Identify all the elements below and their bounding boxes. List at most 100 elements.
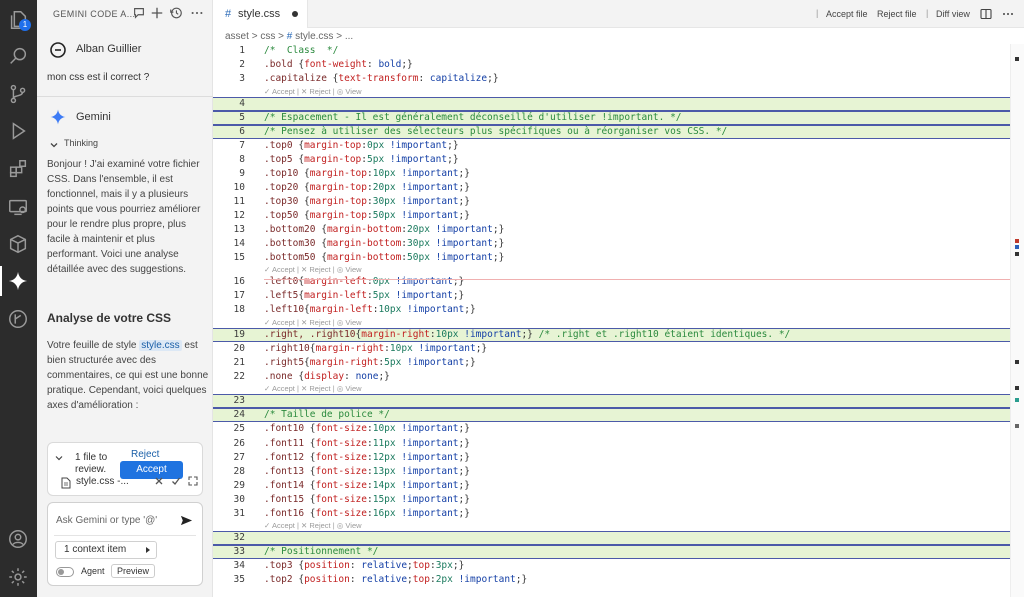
code-line[interactable]: 3 .capitalize {text-transform: capitalize…: [213, 72, 1010, 86]
preview-button[interactable]: Preview: [111, 564, 155, 578]
code-line[interactable]: 18 .left10{margin-left:10px !important;}: [213, 303, 1010, 317]
reject-file-button[interactable]: Reject file: [877, 9, 917, 19]
accept-change-button[interactable]: ✓ Accept: [264, 87, 295, 96]
line-number: 4: [239, 97, 245, 109]
code-line[interactable]: 9 .top10 {margin-top:10px !important;}: [213, 167, 1010, 181]
code-line[interactable]: 21 .right5{margin-right:5px !important;}: [213, 356, 1010, 370]
accept-change-button[interactable]: ✓ Accept: [264, 265, 295, 274]
source-control-icon[interactable]: [7, 83, 29, 105]
code-line[interactable]: 27 .font12 {font-size:12px !important;}: [213, 451, 1010, 465]
breadcrumb-css[interactable]: css: [260, 31, 275, 42]
more-actions-icon[interactable]: [1002, 8, 1014, 20]
reject-change-button[interactable]: ✕ Reject: [301, 87, 331, 96]
context-item-button[interactable]: 1 context item: [55, 541, 157, 559]
breadcrumb-separator: >: [278, 31, 284, 42]
tab-style-css[interactable]: # style.css: [213, 0, 308, 28]
code-line[interactable]: 1 /* Class */: [213, 44, 1010, 58]
new-chat-icon[interactable]: [150, 6, 164, 20]
code-line[interactable]: 7 .top0 {margin-top:0px !important;}: [213, 139, 1010, 153]
code-line[interactable]: 26 .font11 {font-size:11px !important;}: [213, 437, 1010, 451]
history-icon[interactable]: [169, 6, 183, 20]
extensions-icon[interactable]: [7, 158, 29, 180]
reject-button[interactable]: Reject: [131, 449, 159, 460]
added-code-line[interactable]: 6 /* Pensez à utiliser des sélecteurs plu…: [213, 124, 1010, 139]
code-token: .left0: [264, 276, 299, 288]
breadcrumb-file[interactable]: style.css: [295, 31, 333, 42]
added-code-line[interactable]: 23: [213, 394, 1010, 409]
code-line[interactable]: 22 .none {display: none;}: [213, 370, 1010, 384]
added-code-line[interactable]: 24 /* Taille de police */: [213, 408, 1010, 423]
code-line[interactable]: 11 .top30 {margin-top:30px !important;}: [213, 195, 1010, 209]
timeline-icon[interactable]: [7, 308, 29, 330]
added-code-line[interactable]: 19 .right, .right10{margin-right:10px !im…: [213, 327, 1010, 342]
code-line[interactable]: 12 .top50 {margin-top:50px !important;}: [213, 209, 1010, 223]
code-token: !important: [395, 507, 459, 519]
accept-file-button[interactable]: Accept file: [826, 9, 868, 19]
minimap-scrollbar[interactable]: [1010, 44, 1024, 597]
code-line[interactable]: 30 .font15 {font-size:15px !important;}: [213, 493, 1010, 507]
send-icon[interactable]: [180, 514, 193, 527]
code-line[interactable]: 2 .bold {font-weight: bold;}: [213, 58, 1010, 72]
reject-change-button[interactable]: ✕ Reject: [301, 521, 331, 530]
code-token: !important: [395, 465, 459, 477]
view-change-button[interactable]: ◎ View: [337, 87, 362, 96]
code-line[interactable]: 13 .bottom20 {margin-bottom:20px !importa…: [213, 223, 1010, 237]
view-change-button[interactable]: ◎ View: [337, 521, 362, 530]
breadcrumb-symbol[interactable]: ...: [345, 31, 353, 42]
search-icon[interactable]: [7, 45, 29, 67]
chevron-down-icon[interactable]: [48, 139, 60, 151]
added-code-line[interactable]: 5 /* Espacement - Il est généralement déc…: [213, 110, 1010, 125]
accept-change-button[interactable]: ✓ Accept: [264, 521, 295, 530]
thinking-toggle[interactable]: Thinking: [64, 138, 98, 148]
view-change-button[interactable]: ◎ View: [337, 265, 362, 274]
code-line[interactable]: 10 .top20 {margin-top:20px !important;}: [213, 181, 1010, 195]
close-icon[interactable]: [154, 476, 164, 486]
settings-gear-icon[interactable]: [7, 566, 29, 588]
code-line[interactable]: 16 .left0{margin-left:0px !important;}: [213, 275, 1010, 289]
chat-history-icon[interactable]: [132, 6, 146, 20]
package-icon[interactable]: [7, 233, 29, 255]
account-icon[interactable]: [7, 528, 29, 550]
code-line[interactable]: 34 .top3 {position: relative;top:3px;}: [213, 559, 1010, 573]
chevron-down-icon[interactable]: [54, 453, 64, 463]
code-line[interactable]: 25 .font10 {font-size:10px !important;}: [213, 422, 1010, 436]
code-line[interactable]: 20 .right10{margin-right:10px !important;…: [213, 342, 1010, 356]
code-line[interactable]: 17 .left5{margin-left:5px !important;}: [213, 289, 1010, 303]
code-token: margin-top: [309, 181, 367, 193]
code-line[interactable]: 35 .top2 {position: relative;top:2px !imp…: [213, 573, 1010, 587]
breadcrumb-asset[interactable]: asset: [225, 31, 249, 42]
added-code-line[interactable]: 4: [213, 96, 1010, 111]
accept-change-button[interactable]: ✓ Accept: [264, 384, 295, 393]
unsaved-dot-icon[interactable]: [292, 11, 298, 17]
split-editor-icon[interactable]: [980, 8, 992, 20]
file-reference-chip[interactable]: style.css: [139, 340, 182, 351]
line-number: 9: [239, 167, 245, 179]
view-change-button[interactable]: ◎ View: [337, 318, 362, 327]
added-code-line[interactable]: 33 /* Positionnement */: [213, 545, 1010, 560]
code-line[interactable]: 29 .font14 {font-size:14px !important;}: [213, 479, 1010, 493]
code-editor[interactable]: 1/* Class */2 .bold {font-weight: bold;} 3…: [213, 44, 1010, 597]
remote-explorer-icon[interactable]: [7, 196, 29, 218]
added-code-line[interactable]: 32: [213, 531, 1010, 546]
code-line[interactable]: 31 .font16 {font-size:16px !important;}: [213, 507, 1010, 521]
code-line[interactable]: 15 .bottom50 {margin-bottom:50px !importa…: [213, 251, 1010, 265]
code-token: .top10: [264, 167, 305, 179]
code-token: !important: [395, 493, 459, 505]
code-token: :: [349, 560, 362, 572]
check-icon[interactable]: [171, 476, 181, 486]
agent-toggle[interactable]: [56, 567, 74, 577]
reject-change-button[interactable]: ✕ Reject: [301, 318, 331, 327]
gemini-icon[interactable]: [7, 270, 29, 292]
code-line[interactable]: 28 .font13 {font-size:13px !important;}: [213, 465, 1010, 479]
code-line[interactable]: 8 .top5 {margin-top:5px !important;}: [213, 153, 1010, 167]
reject-change-button[interactable]: ✕ Reject: [301, 265, 331, 274]
ask-gemini-input[interactable]: [56, 512, 171, 528]
view-change-button[interactable]: ◎ View: [337, 384, 362, 393]
diff-view-button[interactable]: Diff view: [936, 9, 970, 19]
accept-change-button[interactable]: ✓ Accept: [264, 318, 295, 327]
code-line[interactable]: 14 .bottom30 {margin-bottom:30px !importa…: [213, 237, 1010, 251]
reject-change-button[interactable]: ✕ Reject: [301, 384, 331, 393]
more-actions-icon[interactable]: [190, 6, 204, 20]
expand-icon[interactable]: [188, 476, 198, 486]
run-debug-icon[interactable]: [7, 120, 29, 142]
